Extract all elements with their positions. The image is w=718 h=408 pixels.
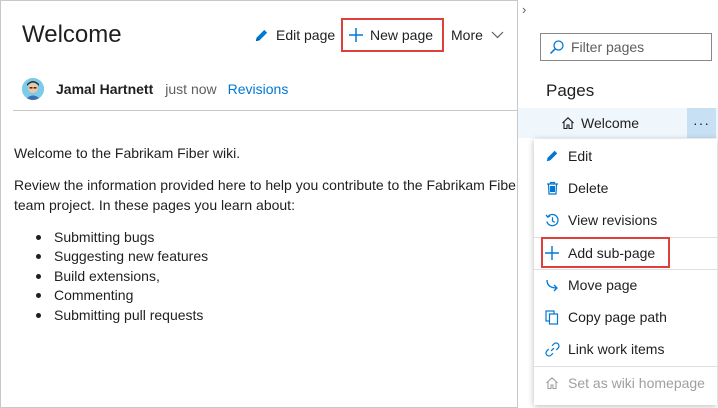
menu-item-label: Add sub-page [568, 245, 656, 261]
menu-item-set-as-wiki-homepage: Set as wiki homepage [534, 367, 717, 399]
pages-heading: Pages [546, 81, 595, 100]
more-button[interactable]: More [451, 23, 504, 47]
avatar [22, 78, 44, 100]
edit-page-label: Edit page [276, 27, 336, 43]
trash-icon [544, 180, 560, 196]
filter-pages-input[interactable] [571, 39, 701, 55]
plus-icon [349, 28, 363, 42]
search-icon [549, 40, 564, 55]
page-title: Welcome [22, 21, 122, 48]
menu-item-label: Link work items [568, 341, 665, 357]
tree-item-welcome[interactable]: Welcome ··· [518, 108, 718, 138]
menu-item-copy-page-path[interactable]: Copy page path [534, 301, 717, 333]
paragraph-line-1: Review the information provided here to … [14, 177, 516, 193]
pencil-icon [544, 148, 560, 164]
move-icon [544, 277, 560, 293]
timestamp: just now [165, 81, 217, 97]
menu-item-edit[interactable]: Edit [534, 140, 717, 172]
list-item: Submitting bugs [36, 228, 208, 247]
home-icon [562, 117, 574, 130]
menu-item-label: View revisions [568, 212, 658, 228]
context-menu: Edit Delete View revisions Add sub-page [534, 139, 717, 405]
author-row: Jamal Hartnett just now Revisions [22, 77, 288, 101]
revisions-link[interactable]: Revisions [228, 81, 289, 97]
menu-item-label: Copy page path [568, 309, 667, 325]
menu-item-link-work-items[interactable]: Link work items [534, 333, 717, 365]
pages-pane: › Pages Welcome ··· Edit Delete [517, 0, 718, 408]
author-name: Jamal Hartnett [56, 81, 154, 97]
paragraph-line-2: team project. In these pages you learn a… [14, 197, 295, 213]
copy-icon [544, 309, 560, 325]
tree-item-label: Welcome [581, 115, 640, 131]
menu-item-move-page[interactable]: Move page [534, 269, 717, 301]
list-item: Commenting [36, 286, 208, 305]
history-icon [544, 212, 560, 228]
list-item: Submitting pull requests [36, 306, 208, 325]
filter-box[interactable] [540, 33, 712, 61]
pencil-icon [255, 29, 268, 41]
header-divider [13, 110, 517, 111]
more-label: More [451, 27, 483, 43]
menu-item-label: Move page [568, 277, 638, 293]
menu-item-view-revisions[interactable]: View revisions [534, 204, 717, 236]
new-page-button[interactable]: New page [341, 18, 444, 52]
menu-item-label: Edit [568, 148, 593, 164]
plus-icon [544, 245, 560, 261]
home-icon [544, 375, 560, 391]
menu-item-add-sub-page[interactable]: Add sub-page [534, 237, 717, 269]
topic-list: Submitting bugs Suggesting new features … [36, 228, 208, 325]
menu-item-delete[interactable]: Delete [534, 172, 717, 204]
new-page-label: New page [370, 27, 434, 43]
collapse-pane-button[interactable]: › [522, 2, 526, 17]
menu-item-label: Set as wiki homepage [568, 375, 705, 391]
list-item: Build extensions, [36, 267, 208, 286]
menu-item-label: Delete [568, 180, 609, 196]
more-actions-button[interactable]: ··· [687, 108, 716, 138]
chevron-down-icon [491, 31, 504, 39]
intro-text: Welcome to the Fabrikam Fiber wiki. [14, 145, 241, 161]
edit-page-button[interactable]: Edit page [254, 23, 335, 47]
list-item: Suggesting new features [36, 247, 208, 266]
link-icon [544, 341, 560, 357]
